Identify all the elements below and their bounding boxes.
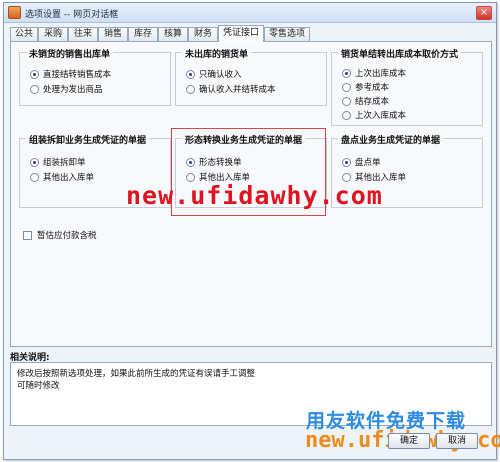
radio-unselected[interactable] bbox=[30, 173, 39, 182]
option-label: 盘点单 bbox=[355, 158, 381, 168]
option-label: 直接结转销售成本 bbox=[43, 70, 112, 80]
radio-unselected[interactable] bbox=[342, 111, 351, 120]
watermark-url-middle: new.ufidawhy.com bbox=[126, 181, 383, 210]
radio-selected[interactable] bbox=[342, 158, 351, 167]
radio-selected[interactable] bbox=[30, 158, 39, 167]
window-title: 选项设置 -- 网页对话框 bbox=[25, 10, 119, 20]
title-bar: 选项设置 -- 网页对话框 × bbox=[4, 3, 496, 23]
group-title: 盘点业务生成凭证的单据 bbox=[338, 133, 444, 146]
radio-selected[interactable] bbox=[186, 70, 195, 79]
radio-selected[interactable] bbox=[186, 158, 195, 167]
tab-accounts[interactable]: 往来 bbox=[68, 27, 98, 41]
option-label: 上次入库成本 bbox=[355, 111, 407, 121]
description-line: 可随时修改 bbox=[17, 381, 60, 391]
option-label: 处理为发出商品 bbox=[43, 85, 103, 95]
estimate-tax-label: 暂估应付款含税 bbox=[37, 231, 97, 241]
option-label: 结存成本 bbox=[355, 97, 390, 107]
tab-finance[interactable]: 财务 bbox=[188, 27, 218, 41]
cancel-button[interactable]: 取消 bbox=[436, 433, 478, 449]
group-title: 未销货的销售出库单 bbox=[26, 47, 114, 60]
group-title: 销货单结转出库成本取价方式 bbox=[338, 47, 462, 60]
estimate-tax-checkbox[interactable] bbox=[23, 231, 32, 240]
option-label: 只确认收入 bbox=[199, 70, 242, 80]
close-icon[interactable]: × bbox=[476, 6, 492, 20]
radio-unselected[interactable] bbox=[186, 85, 195, 94]
option-label: 形态转换单 bbox=[199, 158, 242, 168]
option-label: 确认收入并结转成本 bbox=[199, 85, 276, 95]
tab-general[interactable]: 公共 bbox=[10, 27, 38, 41]
tab-costing[interactable]: 核算 bbox=[158, 27, 188, 41]
radio-selected[interactable] bbox=[342, 69, 351, 78]
option-label: 其他出入库单 bbox=[43, 173, 95, 183]
option-label: 组装拆卸单 bbox=[43, 158, 86, 168]
group-title: 形态转换业务生成凭证的单据 bbox=[182, 133, 306, 146]
app-icon bbox=[8, 6, 21, 19]
radio-unselected[interactable] bbox=[342, 97, 351, 106]
description-line: 修改后按照新选项处理，如果此前所生成的凭证有误请手工调整 bbox=[17, 369, 256, 379]
tab-sales[interactable]: 销售 bbox=[98, 27, 128, 41]
tab-purchase[interactable]: 采购 bbox=[38, 27, 68, 41]
group-title: 组装拆卸业务生成凭证的单据 bbox=[26, 133, 150, 146]
group-unshipped-sales: 未出库的销货单 只确认收入 确认收入并结转成本 bbox=[175, 47, 327, 106]
tab-retail-options[interactable]: 零售选项 bbox=[264, 27, 310, 41]
tab-inventory[interactable]: 库存 bbox=[128, 27, 158, 41]
option-label: 参考成本 bbox=[355, 83, 390, 93]
option-label: 上次出库成本 bbox=[355, 69, 407, 79]
tab-voucher-interface[interactable]: 凭证接口 bbox=[218, 25, 264, 42]
group-unsold-sales-outbound: 未销货的销售出库单 直接结转销售成本 处理为发出商品 bbox=[19, 47, 171, 106]
radio-selected[interactable] bbox=[30, 70, 39, 79]
radio-unselected[interactable] bbox=[342, 83, 351, 92]
radio-unselected[interactable] bbox=[30, 85, 39, 94]
group-title: 未出库的销货单 bbox=[182, 47, 252, 60]
group-cost-source: 销货单结转出库成本取价方式 上次出库成本 参考成本 结存成本 上次入库成本 bbox=[331, 47, 483, 126]
options-dialog: 选项设置 -- 网页对话框 × 公共 采购 往来 销售 库存 核算 财务 凭证接… bbox=[3, 2, 500, 460]
ok-button[interactable]: 确定 bbox=[388, 433, 430, 449]
